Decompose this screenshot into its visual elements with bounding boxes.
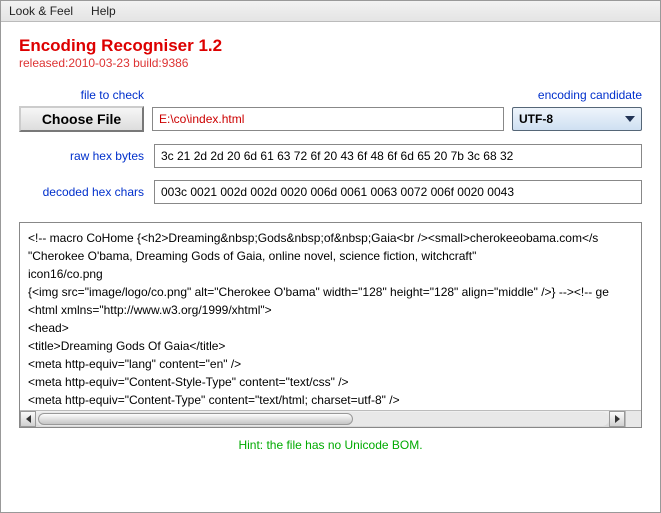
scroll-left-button[interactable] — [20, 411, 36, 427]
file-path-input[interactable] — [152, 107, 504, 131]
encoding-select[interactable]: UTF-8 — [512, 107, 642, 131]
dump-line: <head> — [28, 319, 633, 337]
arrow-right-icon — [615, 415, 620, 423]
dump-line: <meta http-equiv="lang" content="en" /> — [28, 355, 633, 373]
scroll-thumb[interactable] — [38, 413, 353, 425]
hint-text: Hint: the file has no Unicode BOM. — [19, 438, 642, 452]
file-to-check-label: file to check — [19, 88, 154, 102]
dump-line: <meta http-equiv="Content-Style-Type" co… — [28, 373, 633, 391]
scroll-corner — [625, 410, 641, 427]
chevron-down-icon — [625, 116, 635, 122]
choose-file-button[interactable]: Choose File — [19, 106, 144, 132]
release-info: released:2010-03-23 build:9386 — [19, 56, 642, 70]
dump-line: {<img src="image/logo/co.png" alt="Chero… — [28, 283, 633, 301]
encoding-selected-value: UTF-8 — [519, 112, 553, 126]
menubar: Look & Feel Help — [1, 1, 660, 22]
horizontal-scrollbar[interactable] — [20, 410, 625, 427]
dump-line: <title>Dreaming Gods Of Gaia</title> — [28, 337, 633, 355]
content-pane: Encoding Recogniser 1.2 released:2010-03… — [1, 22, 660, 458]
raw-hex-input[interactable] — [154, 144, 642, 168]
dump-textarea[interactable]: <!-- macro CoHome {<h2>Dreaming&nbsp;God… — [19, 222, 642, 428]
dump-line: <meta http-equiv="Content-Type" content=… — [28, 391, 633, 409]
menu-look-feel[interactable]: Look & Feel — [9, 4, 73, 18]
decoded-hex-label: decoded hex chars — [19, 185, 154, 199]
raw-hex-label: raw hex bytes — [19, 149, 154, 163]
scroll-right-button[interactable] — [609, 411, 625, 427]
encoding-candidate-label: encoding candidate — [538, 88, 642, 102]
dump-content: <!-- macro CoHome {<h2>Dreaming&nbsp;God… — [20, 223, 641, 409]
dump-line: <!-- macro CoHome {<h2>Dreaming&nbsp;God… — [28, 229, 633, 247]
app-title: Encoding Recogniser 1.2 — [19, 36, 642, 56]
dump-line: "Cherokee O'bama, Dreaming Gods of Gaia,… — [28, 247, 633, 265]
menu-help[interactable]: Help — [91, 4, 116, 18]
dump-line: icon16/co.png — [28, 265, 633, 283]
app-window: Look & Feel Help Encoding Recogniser 1.2… — [0, 0, 661, 513]
scroll-track[interactable] — [36, 412, 609, 426]
arrow-left-icon — [26, 415, 31, 423]
decoded-hex-input[interactable] — [154, 180, 642, 204]
dump-line: <html xmlns="http://www.w3.org/1999/xhtm… — [28, 301, 633, 319]
